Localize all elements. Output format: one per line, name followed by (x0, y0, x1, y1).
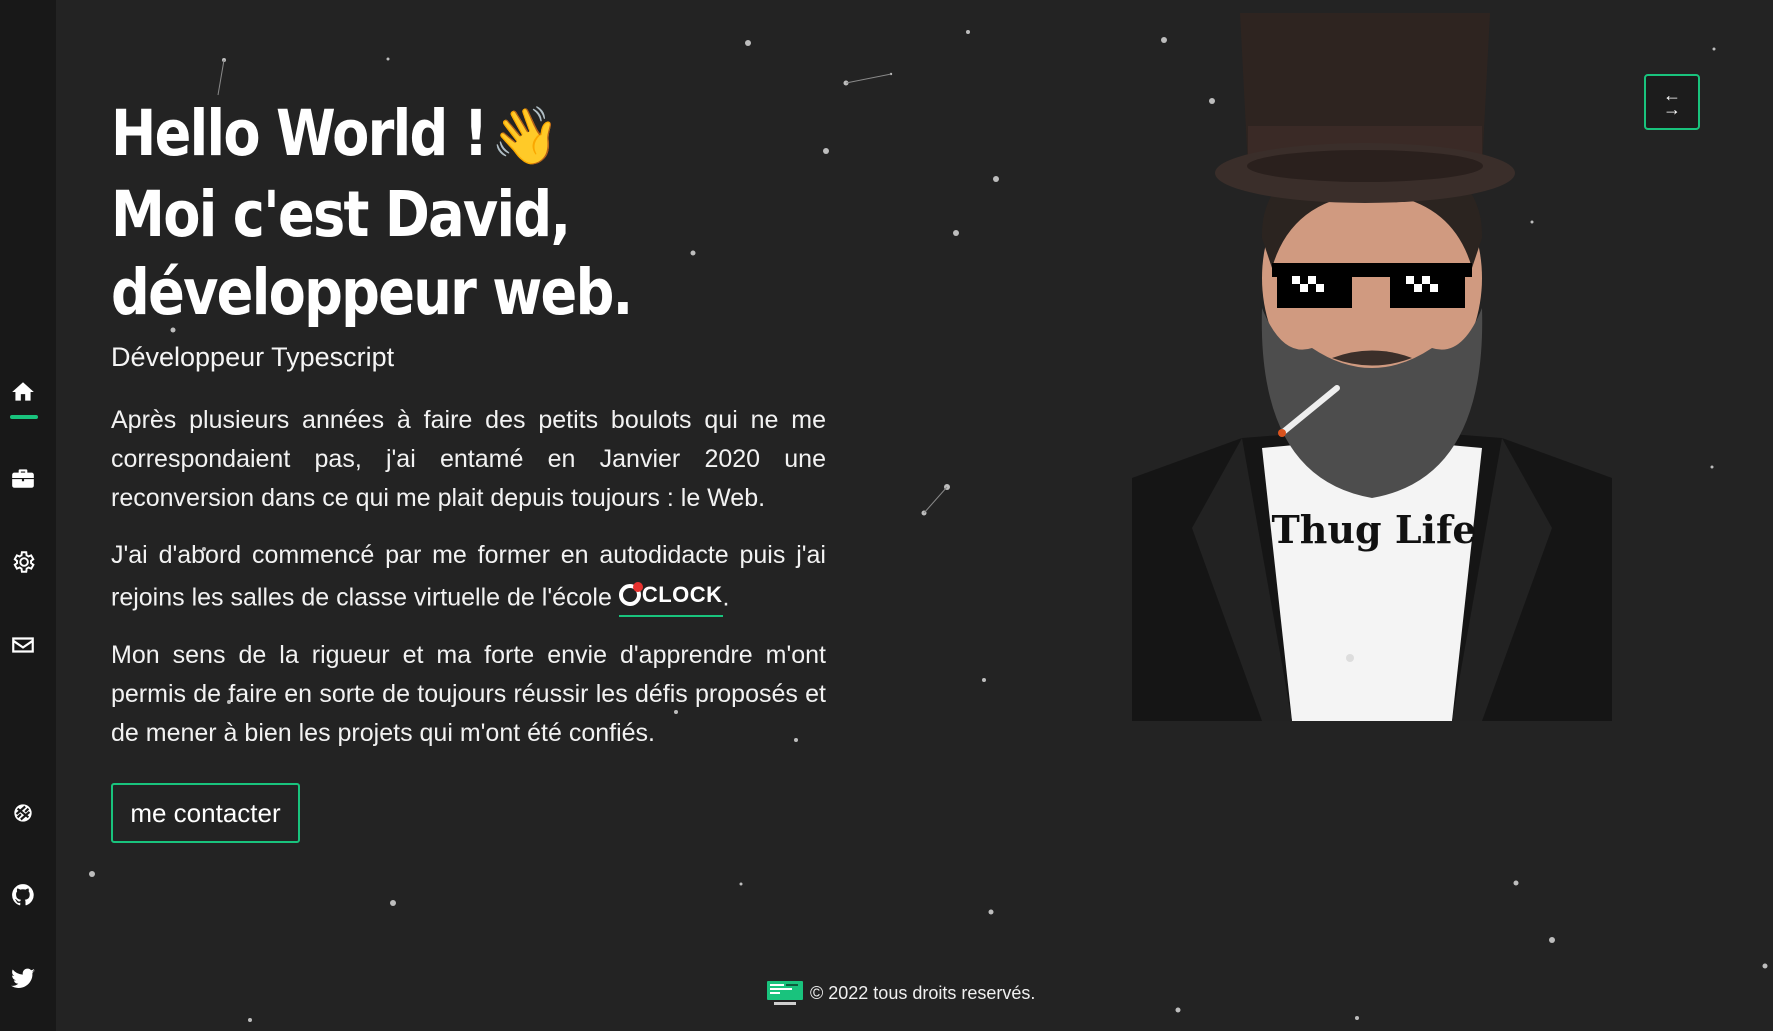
twitter-link[interactable] (8, 963, 38, 993)
intro-paragraph-3: Mon sens de la rigueur et ma forte envie… (111, 640, 826, 747)
gear-icon (13, 551, 35, 573)
hero-subtitle: Développeur Typescript (111, 342, 395, 372)
intro-paragraph-1: Après plusieurs années à faire des petit… (111, 406, 826, 512)
hero-title-line2: Moi c'est David, (111, 178, 571, 251)
github-link[interactable] (8, 880, 38, 910)
portrait-image: Thug Life (1132, 13, 1612, 721)
intro-paragraph-2: J'ai d'abord commencé par me former en a… (111, 536, 826, 618)
contact-button[interactable]: me contacter (111, 783, 300, 843)
hero-title-line3: développeur web. (111, 256, 633, 329)
github-icon (12, 884, 34, 906)
sidebar-item-skills[interactable] (8, 547, 38, 577)
hero-title-line1: Hello World ! (111, 97, 488, 170)
sidebar-item-contact[interactable] (8, 630, 38, 660)
monitor-icon (767, 981, 803, 1005)
thug-life-text: Thug Life (1271, 507, 1476, 552)
footer-copyright: © 2022 tous droits reservés. (810, 982, 1036, 1003)
briefcase-icon (12, 469, 34, 488)
sidebar-item-portfolio[interactable] (8, 463, 38, 493)
intro-paragraph-2-end: . (722, 583, 730, 612)
twitter-icon (11, 968, 35, 988)
mail-icon (12, 637, 34, 653)
oclock-school-link[interactable]: CLOCK (618, 575, 723, 617)
hero-title: Hello World !👋 Moi c'est David, développ… (111, 95, 816, 332)
swap-arrow-right-icon: → (1663, 99, 1681, 119)
swap-layout-button[interactable]: ← → (1644, 74, 1700, 130)
oclock-logo-text: CLOCK (641, 582, 723, 607)
wave-emoji-icon: 👋 (490, 104, 561, 169)
sidebar (0, 0, 56, 1031)
footer: © 2022 tous droits reservés. (766, 980, 1035, 1006)
sidebar-item-home[interactable] (8, 377, 38, 407)
hero-section: Hello World !👋 Moi c'est David, développ… (111, 95, 826, 753)
codewars-icon (12, 802, 34, 824)
codewars-link[interactable] (8, 798, 38, 828)
active-indicator (10, 415, 38, 419)
oclock-logo-icon (618, 581, 643, 606)
home-icon (12, 382, 34, 401)
